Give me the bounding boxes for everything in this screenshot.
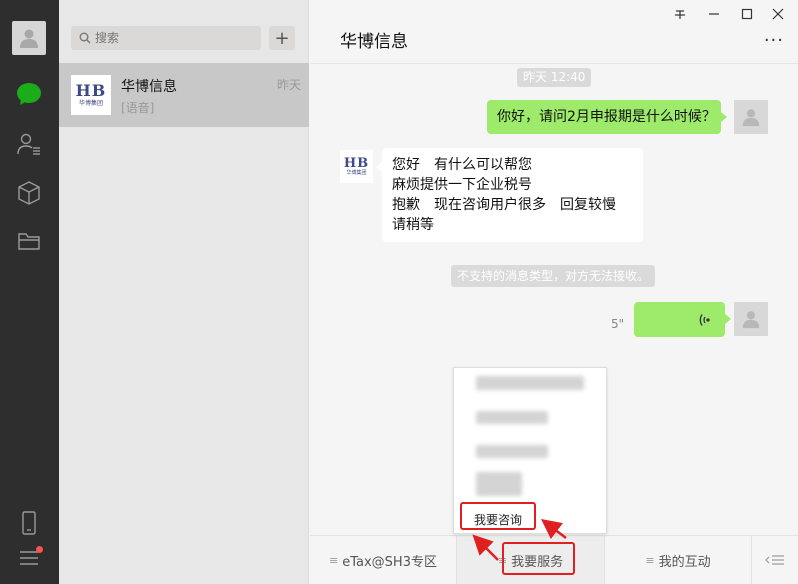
menu-label: eTax@SH3专区	[342, 554, 437, 570]
menu-label: 我的互动	[658, 554, 711, 570]
contacts-icon[interactable]	[15, 130, 43, 158]
redacted-menu-item[interactable]	[476, 445, 548, 458]
message-line: 您好 有什么可以帮您	[392, 157, 532, 173]
redacted-menu-item[interactable]	[476, 411, 548, 424]
highlight-box	[460, 502, 536, 530]
search-input[interactable]	[95, 31, 245, 45]
minimize-icon[interactable]	[702, 4, 726, 24]
add-button[interactable]: +	[269, 26, 295, 50]
chat-list-panel: + HB 华博集团 华博信息 [语音] 昨天	[59, 0, 309, 584]
incoming-message[interactable]: 您好 有什么可以帮您 麻烦提供一下企业税号 抱歉 现在咨询用户很多 回复较慢 请…	[382, 148, 643, 242]
maximize-icon[interactable]	[735, 4, 759, 24]
left-nav	[0, 0, 59, 584]
menu-lines-icon: ≡	[645, 553, 655, 567]
voice-wave-icon	[699, 314, 710, 326]
logo-subtext: 华博集团	[346, 169, 367, 176]
keyboard-toggle-icon[interactable]	[752, 536, 798, 584]
message-line: 麻烦提供一下企业税号	[392, 177, 532, 193]
folder-icon[interactable]	[15, 227, 43, 255]
person-icon	[742, 311, 760, 329]
person-icon	[20, 29, 38, 48]
more-options-icon[interactable]: ···	[764, 30, 784, 51]
timestamp-badge: 昨天 12:40	[517, 68, 592, 87]
user-avatar[interactable]	[12, 21, 46, 55]
title-divider	[310, 63, 798, 64]
search-box[interactable]	[71, 26, 261, 50]
menu-my-interaction[interactable]: ≡ 我的互动	[605, 536, 751, 584]
redacted-menu-item[interactable]	[476, 472, 522, 496]
logo-subtext: 华博集团	[78, 99, 103, 107]
chat-item-name: 华博信息	[121, 79, 177, 95]
pin-icon[interactable]	[668, 4, 692, 24]
close-icon[interactable]	[766, 4, 790, 24]
contact-avatar[interactable]: HB 华博集团	[340, 150, 373, 183]
company-logo: HB 华博集团	[71, 75, 111, 115]
chat-list-item[interactable]: HB 华博集团 华博信息 [语音] 昨天	[59, 63, 309, 127]
my-avatar[interactable]	[734, 302, 768, 336]
chat-title: 华博信息	[340, 32, 408, 52]
bubble-tail	[721, 112, 727, 122]
outgoing-message[interactable]: 你好，请问2月申报期是什么时候？	[487, 100, 721, 134]
chat-item-preview: [语音]	[121, 101, 155, 115]
mobile-phone-icon[interactable]	[15, 509, 43, 537]
voice-message[interactable]	[634, 302, 725, 337]
message-line: 请稍等	[392, 217, 434, 233]
highlight-box	[502, 542, 575, 575]
menu-icon[interactable]	[15, 544, 43, 572]
logo-text: HB	[343, 155, 370, 171]
redacted-menu-item[interactable]	[476, 376, 584, 390]
my-avatar[interactable]	[734, 100, 768, 134]
voice-duration: 5"	[611, 317, 625, 331]
message-text: 你好，请问2月申报期是什么时候？	[497, 109, 716, 125]
chat-icon[interactable]	[15, 80, 43, 108]
menu-lines-icon: ≡	[329, 553, 339, 567]
chat-item-time: 昨天	[276, 78, 301, 92]
notification-dot	[36, 546, 43, 553]
menu-etax-zone[interactable]: ≡ eTax@SH3专区	[310, 536, 456, 584]
system-notice: 不支持的消息类型，对方无法接收。	[451, 265, 656, 287]
person-icon	[742, 109, 760, 127]
logo-text: HB	[75, 80, 107, 100]
collections-cube-icon[interactable]	[15, 179, 43, 207]
message-line: 抱歉 现在咨询用户很多 回复较慢	[392, 197, 616, 213]
search-icon	[79, 32, 91, 44]
bubble-tail	[725, 314, 731, 324]
